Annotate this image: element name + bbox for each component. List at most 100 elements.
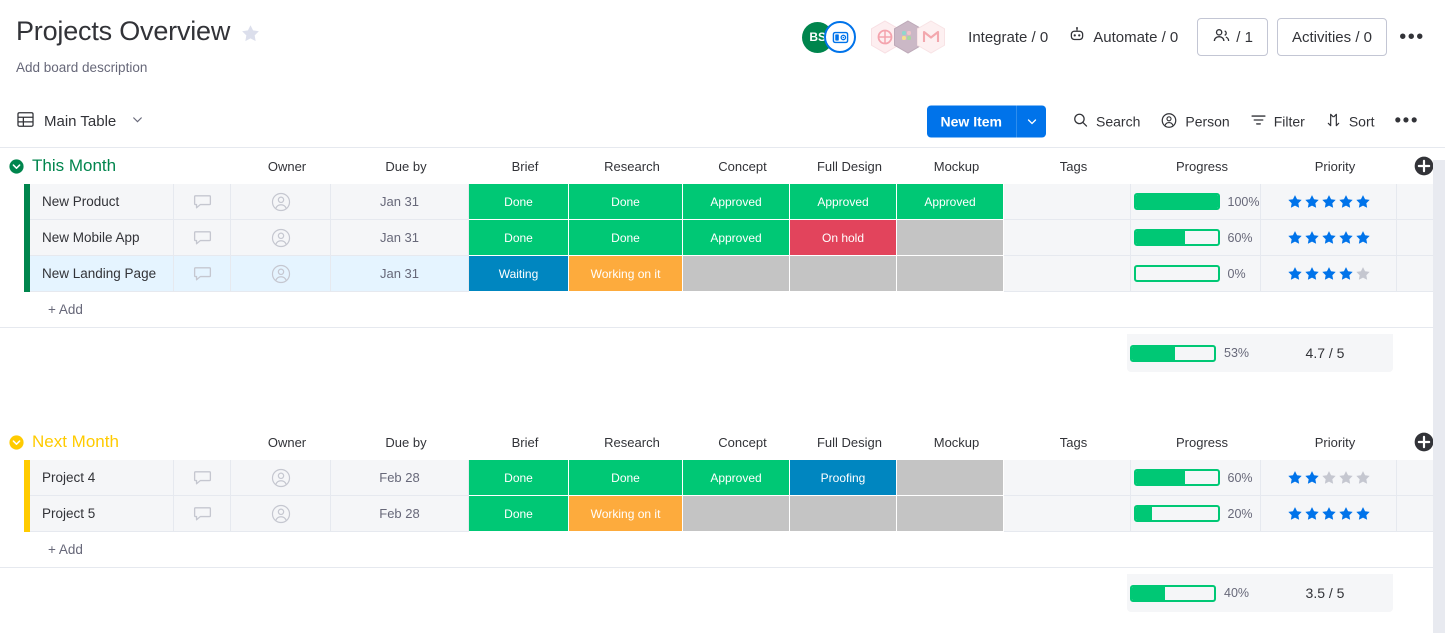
tab-main-table[interactable]: Main Table: [16, 110, 144, 133]
board-more-menu-button[interactable]: •••: [1395, 20, 1429, 54]
due-date-cell[interactable]: Jan 31: [331, 220, 469, 256]
status-cell-research[interactable]: Done: [569, 460, 683, 496]
table-row[interactable]: Project 5 Feb 28 Done Working on it 20%: [0, 496, 1445, 532]
status-cell-concept[interactable]: Approved: [683, 460, 790, 496]
add-item-label[interactable]: + Add: [30, 302, 83, 317]
status-cell-mockup[interactable]: [897, 220, 1004, 256]
progress-cell[interactable]: 60%: [1131, 460, 1261, 496]
item-name[interactable]: Project 5: [30, 496, 174, 532]
integration-icons[interactable]: [870, 20, 946, 54]
owner-cell[interactable]: [231, 460, 331, 496]
column-header-concept[interactable]: Concept: [689, 424, 796, 460]
item-chat-button[interactable]: [174, 460, 231, 496]
activities-button[interactable]: Activities / 0: [1276, 18, 1387, 56]
new-item-group[interactable]: New Item: [926, 105, 1046, 138]
item-chat-button[interactable]: [174, 220, 231, 256]
table-row[interactable]: New Landing Page Jan 31 Waiting Working on…: [0, 256, 1445, 292]
item-chat-button[interactable]: [174, 256, 231, 292]
table-row[interactable]: Project 4 Feb 28 Done Done Approved Proofing…: [0, 460, 1445, 496]
item-chat-button[interactable]: [174, 184, 231, 220]
due-date-cell[interactable]: Feb 28: [331, 496, 469, 532]
column-header-owner[interactable]: Owner: [237, 424, 337, 460]
status-cell-concept[interactable]: [683, 496, 790, 532]
progress-cell[interactable]: 100%: [1131, 184, 1261, 220]
summary-rating[interactable]: 3.5 / 5: [1257, 585, 1393, 601]
status-cell-concept[interactable]: [683, 256, 790, 292]
priority-cell[interactable]: [1261, 184, 1397, 220]
progress-cell[interactable]: 0%: [1131, 256, 1261, 292]
board-description[interactable]: Add board description: [16, 60, 1429, 75]
due-date-cell[interactable]: Feb 28: [331, 460, 469, 496]
status-cell-full-design[interactable]: [790, 256, 897, 292]
progress-cell[interactable]: 60%: [1131, 220, 1261, 256]
column-header-brief[interactable]: Brief: [475, 148, 575, 184]
column-header-progress[interactable]: Progress: [1137, 424, 1267, 460]
status-cell-full-design[interactable]: [790, 496, 897, 532]
status-cell-mockup[interactable]: [897, 460, 1004, 496]
invite-members-button[interactable]: / 1: [1197, 18, 1268, 56]
column-header-tags[interactable]: Tags: [1010, 148, 1137, 184]
status-cell-full-design[interactable]: On hold: [790, 220, 897, 256]
column-header-due-by[interactable]: Due by: [337, 148, 475, 184]
new-item-dropdown-button[interactable]: [1016, 105, 1046, 138]
item-name[interactable]: New Product: [30, 184, 174, 220]
toolbar-more-menu-button[interactable]: •••: [1385, 112, 1429, 132]
column-header-progress[interactable]: Progress: [1137, 148, 1267, 184]
owner-cell[interactable]: [231, 220, 331, 256]
status-cell-concept[interactable]: Approved: [683, 184, 790, 220]
chevron-down-icon[interactable]: [131, 113, 144, 130]
group-collapse-toggle[interactable]: [6, 156, 26, 176]
column-header-research[interactable]: Research: [575, 424, 689, 460]
column-header-owner[interactable]: Owner: [237, 148, 337, 184]
status-cell-research[interactable]: Working on it: [569, 496, 683, 532]
owner-cell[interactable]: [231, 184, 331, 220]
status-cell-mockup[interactable]: [897, 496, 1004, 532]
column-header-full-design[interactable]: Full Design: [796, 424, 903, 460]
vertical-scrollbar[interactable]: [1433, 160, 1445, 633]
column-header-mockup[interactable]: Mockup: [903, 424, 1010, 460]
column-header-mockup[interactable]: Mockup: [903, 148, 1010, 184]
summary-rating[interactable]: 4.7 / 5: [1257, 345, 1393, 361]
due-date-cell[interactable]: Jan 31: [331, 184, 469, 220]
search-button[interactable]: Search: [1062, 106, 1150, 138]
board-view-avatar[interactable]: [824, 21, 857, 53]
item-name[interactable]: New Landing Page: [30, 256, 174, 292]
sort-button[interactable]: Sort: [1315, 106, 1385, 138]
column-header-full-design[interactable]: Full Design: [796, 148, 903, 184]
tags-cell[interactable]: [1004, 256, 1131, 292]
tags-cell[interactable]: [1004, 460, 1131, 496]
status-cell-research[interactable]: Working on it: [569, 256, 683, 292]
status-cell-mockup[interactable]: Approved: [897, 184, 1004, 220]
filter-button[interactable]: Filter: [1240, 106, 1315, 138]
group-title[interactable]: This Month: [32, 156, 116, 176]
status-cell-brief[interactable]: Done: [469, 496, 569, 532]
status-cell-research[interactable]: Done: [569, 184, 683, 220]
priority-cell[interactable]: [1261, 256, 1397, 292]
group-collapse-toggle[interactable]: [6, 432, 26, 452]
add-item-row[interactable]: + Add: [0, 292, 1445, 328]
column-header-priority[interactable]: Priority: [1267, 148, 1403, 184]
automate-button[interactable]: Automate / 0: [1058, 22, 1188, 52]
status-cell-brief[interactable]: Done: [469, 184, 569, 220]
status-cell-mockup[interactable]: [897, 256, 1004, 292]
new-item-button[interactable]: New Item: [926, 105, 1016, 138]
item-name[interactable]: New Mobile App: [30, 220, 174, 256]
add-item-label[interactable]: + Add: [30, 542, 83, 557]
priority-cell[interactable]: [1261, 496, 1397, 532]
column-header-research[interactable]: Research: [575, 148, 689, 184]
tags-cell[interactable]: [1004, 220, 1131, 256]
table-row[interactable]: New Product Jan 31 Done Done Approved Approv…: [0, 184, 1445, 220]
priority-cell[interactable]: [1261, 460, 1397, 496]
status-cell-concept[interactable]: Approved: [683, 220, 790, 256]
column-header-brief[interactable]: Brief: [475, 424, 575, 460]
table-row[interactable]: New Mobile App Jan 31 Done Done Approved On …: [0, 220, 1445, 256]
status-cell-research[interactable]: Done: [569, 220, 683, 256]
progress-cell[interactable]: 20%: [1131, 496, 1261, 532]
status-cell-brief[interactable]: Done: [469, 460, 569, 496]
owner-cell[interactable]: [231, 256, 331, 292]
column-header-priority[interactable]: Priority: [1267, 424, 1403, 460]
tags-cell[interactable]: [1004, 496, 1131, 532]
status-cell-brief[interactable]: Waiting: [469, 256, 569, 292]
summary-progress[interactable]: 53%: [1127, 344, 1257, 362]
gmail-icon[interactable]: [916, 20, 946, 54]
